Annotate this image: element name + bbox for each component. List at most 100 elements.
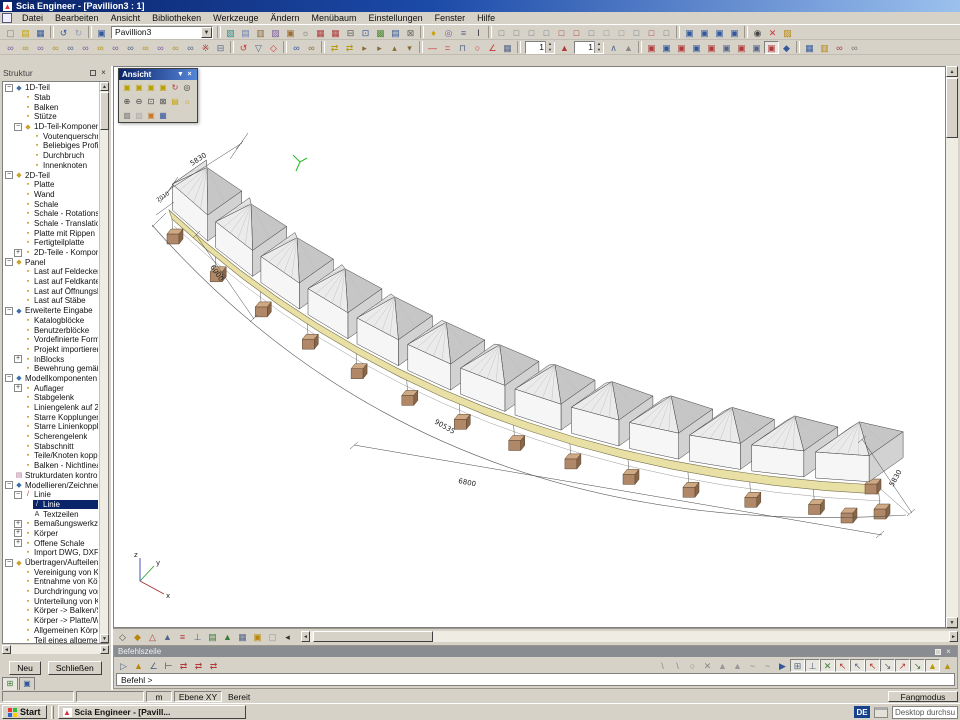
zoom-out-icon[interactable]: ⊖ [133, 95, 145, 107]
tree-item-modellieren-zeichnen[interactable]: −◆Modellieren/Zeichnen [4, 480, 98, 490]
tree-item-textzeilen[interactable]: ATextzeilen [4, 509, 98, 519]
snap-curve-icon[interactable]: ~ [745, 659, 760, 672]
inactive-icon[interactable]: ▢ [265, 630, 280, 643]
chevron-down-icon[interactable]: ▼ [176, 71, 185, 78]
tracking-icon[interactable]: ⇄ [206, 659, 221, 672]
tree-item-st-tze[interactable]: ▪Stütze [4, 112, 98, 122]
labels-icon[interactable]: ▤ [205, 630, 220, 643]
tree-item-last-auf-feldkanten[interactable]: ▪Last auf Feldkanten [4, 277, 98, 287]
tree-item-schale[interactable]: ▪Schale [4, 199, 98, 209]
escape-cursor-icon[interactable]: ▷ [116, 659, 131, 672]
save-view-icon[interactable]: ▦ [802, 41, 817, 54]
tree-item-balken[interactable]: ▪Balken [4, 102, 98, 112]
select-user-icon[interactable]: ▽ [251, 41, 266, 54]
menu-einstellungen[interactable]: Einstellungen [363, 12, 429, 24]
visibility-filter-icon[interactable]: ∞ [153, 41, 168, 54]
frame-tool-icon[interactable]: □ [644, 26, 659, 39]
display-option-icon[interactable]: ▣ [674, 41, 689, 54]
delete-icon[interactable]: ✕ [765, 26, 780, 39]
tree-item-beliebiges-profil[interactable]: ▪Beliebiges Profil [4, 141, 98, 151]
tree-item-strukturdaten-kontrolliere[interactable]: ▤Strukturdaten kontrolliere [4, 471, 98, 481]
volume-icon[interactable]: △ [145, 630, 160, 643]
snap-cross-icon[interactable]: ✕ [700, 659, 715, 672]
rotate-view-icon[interactable]: ↻ [169, 81, 181, 93]
tab-properties[interactable]: ▣ [19, 677, 35, 690]
midpoint-snap-icon[interactable]: ↖ [850, 659, 865, 672]
visibility-filter-icon[interactable]: ∞ [168, 41, 183, 54]
tree-item-stabgelenk[interactable]: ▪Stabgelenk [4, 393, 98, 403]
scroll-up-icon[interactable]: ▲ [946, 66, 958, 77]
endpoint-snap-icon[interactable]: ↖ [835, 659, 850, 672]
tree-item-last-auf-ffnungskar[interactable]: ▪Last auf Öffnungskar [4, 286, 98, 296]
tracking-icon[interactable]: ⇄ [176, 659, 191, 672]
tree-item-allgemeinen-k-rper-in[interactable]: ▪Allgemeinen Körper in [4, 626, 98, 636]
tree-item-balken-nichtlinearit-[interactable]: ▪Balken - Nichtlinearitä [4, 461, 98, 471]
frame-tool-icon[interactable]: □ [509, 26, 524, 39]
open-file-icon[interactable]: ▤ [18, 26, 33, 39]
center-snap-icon[interactable]: ↗ [895, 659, 910, 672]
tree-item-import-dwg-dxf-v[interactable]: ▪Import DWG, DXF, V [4, 548, 98, 558]
tree-item--bertragen-aufteilen-ve[interactable]: −◆Übertragen/Aufteilen/Ve [4, 558, 98, 568]
tree-expander-icon[interactable]: + [14, 249, 22, 257]
tree-item-erweiterte-eingabe[interactable]: −◆Erweiterte Eingabe [4, 306, 98, 316]
load-display-icon[interactable]: ≡ [175, 630, 190, 643]
render-wire-icon[interactable]: ◆ [130, 630, 145, 643]
printer-tray-icon[interactable] [874, 707, 888, 718]
display-option-icon[interactable]: ▣ [689, 41, 704, 54]
search-red-icon[interactable]: ∞ [832, 41, 847, 54]
tree-item-bema-ungswerkzeug[interactable]: +▪Bemaßungswerkzeug [4, 519, 98, 529]
view-x-icon[interactable]: ▣ [121, 81, 133, 93]
zoom-selection-icon[interactable]: ◎ [441, 26, 456, 39]
menu-hilfe[interactable]: Hilfe [471, 12, 501, 24]
tree-item-inblocks[interactable]: +▪InBlocks [4, 354, 98, 364]
visibility-filter-icon[interactable]: ∞ [78, 41, 93, 54]
frame-tool-icon[interactable]: □ [494, 26, 509, 39]
tree-item-schale-translations[interactable]: ▪Schale - Translations [4, 219, 98, 229]
folder-icon[interactable]: ▤ [169, 95, 181, 107]
print-preview-icon[interactable]: ⊡ [358, 26, 373, 39]
model-display-icon[interactable]: ▲ [220, 630, 235, 643]
viewport-horizontal-scrollbar[interactable]: ◄ ► [301, 631, 958, 642]
tree-item-starre-linienkopplung[interactable]: ▪Starre Linienkopplung [4, 422, 98, 432]
visibility-filter-icon[interactable]: ※ [198, 41, 213, 54]
neu-button[interactable]: Neu [9, 661, 41, 675]
display-option-icon[interactable]: ▣ [719, 41, 734, 54]
numbering-icon[interactable]: ▦ [235, 630, 250, 643]
menu-bibliotheken[interactable]: Bibliotheken [146, 12, 207, 24]
view-z-icon[interactable]: ▣ [145, 81, 157, 93]
paste-back-icon[interactable]: ▸ [372, 41, 387, 54]
frame-tool-icon[interactable]: □ [569, 26, 584, 39]
tree-expander-icon[interactable]: − [5, 559, 13, 567]
tree-expander-icon[interactable]: − [14, 491, 22, 499]
frame-tool-icon[interactable]: □ [554, 26, 569, 39]
status-plane[interactable]: Ebene XY [174, 691, 222, 702]
tree-item-platte-mit-rippen[interactable]: ▪Platte mit Rippen [4, 228, 98, 238]
new-window-icon[interactable]: ▣ [94, 26, 109, 39]
tree-item-scherengelenk[interactable]: ▪Scherengelenk [4, 432, 98, 442]
close-icon[interactable]: × [99, 68, 108, 77]
viewport-3d[interactable]: 5830 2010 6000 90535 6800 5830 x y z [113, 66, 946, 628]
ansicht-toolbar-header[interactable]: Ansicht ▼ × [119, 69, 197, 80]
chevron-down-icon[interactable]: ▼ [201, 27, 212, 38]
tree-item-schale-rotationsfl-[interactable]: ▪Schale - Rotationsflä [4, 209, 98, 219]
tree-item-projekt-importieren-e[interactable]: ▪Projekt importieren [E [4, 345, 98, 355]
tree-expander-icon[interactable]: − [14, 123, 22, 131]
visibility-filter-icon[interactable]: ∞ [63, 41, 78, 54]
tree-item-k-rper-balken-st-[interactable]: ▪Körper -> Balken/Stü [4, 606, 98, 616]
scale-spinner[interactable]: 1 ▲▼ [525, 41, 555, 54]
tracking-icon[interactable]: ⇄ [191, 659, 206, 672]
snap-mode-button[interactable]: Fangmodus [888, 691, 958, 702]
frame-tool-icon[interactable]: □ [629, 26, 644, 39]
tree-item-vereinigung-von-k-rp[interactable]: ▪Vereinigung von Körp [4, 567, 98, 577]
tree-item-2d-teil[interactable]: −◆2D-Teil [4, 170, 98, 180]
export-document-icon[interactable]: ⊠ [403, 26, 418, 39]
paste-front-icon[interactable]: ▸ [357, 41, 372, 54]
perspective-icon[interactable]: ◇ [115, 630, 130, 643]
visibility-filter-icon[interactable]: ∞ [3, 41, 18, 54]
tree-expander-icon[interactable]: − [5, 481, 13, 489]
tree-item-panel[interactable]: −◆Panel [4, 257, 98, 267]
menu--ndern[interactable]: Ändern [264, 12, 305, 24]
tree-item-durchbruch[interactable]: ▪Durchbruch [4, 151, 98, 161]
new-file-icon[interactable]: ▢ [3, 26, 18, 39]
tree-expander-icon[interactable]: − [5, 258, 13, 266]
